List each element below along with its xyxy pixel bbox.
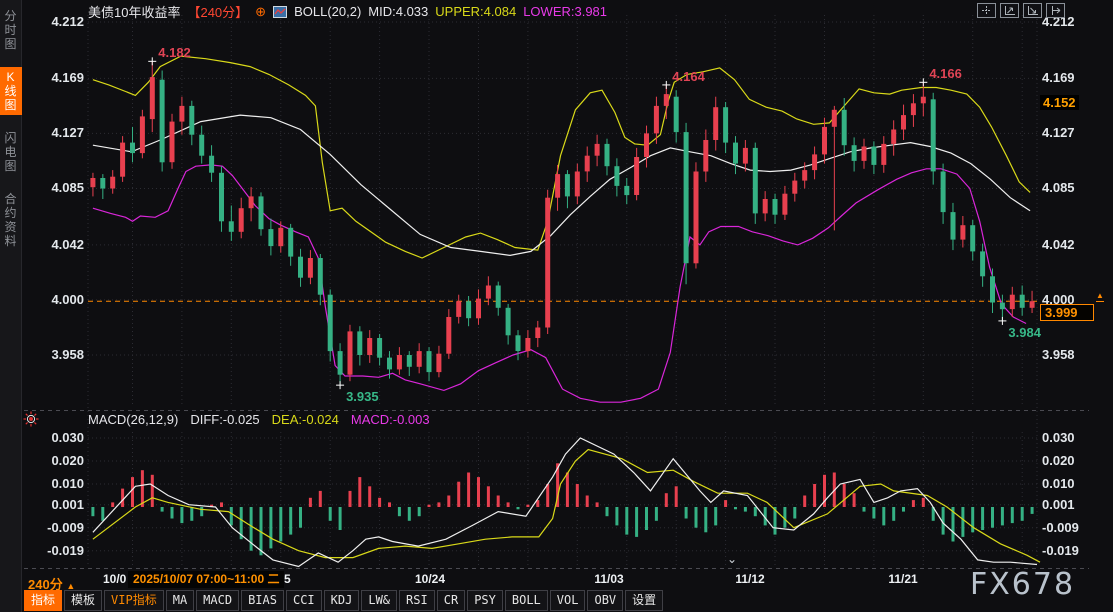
macd-axis-label: -0.019 [28,543,84,558]
crosshair-date-tooltip: 2025/10/07 07:00~11:00 二 [128,571,284,588]
toolbar-tab-vol[interactable]: VOL [550,590,586,611]
toolbar-tab-macd[interactable]: MACD [196,590,239,611]
toolbar-tab-lwr[interactable]: LW& [361,590,397,611]
fit-left-axis-icon[interactable] [1000,3,1019,18]
macd-axis-label: 0.020 [28,453,84,468]
x-axis-label-11/03: 11/03 [594,572,623,586]
macd-axis-label: -0.009 [28,520,84,535]
toolbar-tab-settings[interactable]: 设置 [625,590,663,611]
y-axis-label: 4.169 [28,70,84,85]
macd-axis-label: 0.030 [28,430,84,445]
candlestick-chart[interactable] [88,15,1037,407]
macd-macd-value: MACD:-0.003 [351,412,430,427]
x-axis-label-partial-right: 5 [284,572,291,586]
macd-header: MACD(26,12,9) DIFF:-0.025 DEA:-0.024 MAC… [88,412,430,427]
macd-name: MACD(26,12,9) [88,412,178,427]
y-axis-label: 3.958 [1042,347,1075,362]
watermark: FX678 [970,567,1075,602]
macd-dea-value: DEA:-0.024 [272,412,339,427]
y-axis-label: 4.127 [1042,125,1075,140]
toolbar-tab-obv[interactable]: OBV [587,590,623,611]
toolbar-tab-indicator[interactable]: 指标 [24,590,62,611]
x-axis-label-10/24: 10/24 [415,572,445,586]
pan-tool-icon[interactable] [977,3,996,18]
boll-upper-value: UPPER:4.084 [435,4,516,19]
macd-axis-label: 0.010 [1042,476,1075,491]
y-axis-label: 4.042 [28,237,84,252]
trading-app-window: 分时图 K线图闪电图合约资料 美债10年收益率 【240分】 ⊕ BOLL(20,… [0,0,1113,612]
macd-axis-label: -0.019 [1042,543,1079,558]
macd-diff-value: DIFF:-0.025 [190,412,259,427]
y-axis-label: 4.169 [1042,70,1075,85]
toolbar-tab-template[interactable]: 模板 [64,590,102,611]
x-axis-label-partial-left: 10/0 [103,572,126,586]
y-axis-label: 4.085 [28,180,84,195]
collapse-indicator-icon[interactable]: ⊕ [255,4,266,20]
toolbar-tab-cr[interactable]: CR [437,590,465,611]
sidebar-tab-contract-info[interactable]: 合约资料 [0,189,22,251]
chevron-down-icon: ⌄ [727,552,737,566]
period-label: 【240分】 [187,2,248,21]
chart-header: 美债10年收益率 【240分】 ⊕ BOLL(20,2) MID:4.033 U… [88,2,607,21]
toolbar-tab-ma[interactable]: MA [166,590,194,611]
sidebar-tab-flash-chart[interactable]: 闪电图 [0,128,22,176]
price-arrow-icon: ▲ [1096,291,1104,302]
chart-type-sidebar: 分时图 K线图闪电图合约资料 [0,0,22,612]
toolbar-tab-psy[interactable]: PSY [467,590,503,611]
toolbar-tab-kdj[interactable]: KDJ [324,590,360,611]
macd-panel[interactable] [88,432,1037,566]
sidebar-tab-timeshare-chart[interactable]: 分时图 [0,6,22,54]
price-annotation-4.166: 4.166 [929,66,962,81]
macd-axis-label: 0.001 [1042,497,1075,512]
y-axis-label: 4.000 [28,292,84,307]
macd-axis-label: 0.030 [1042,430,1075,445]
price-annotation-3.935: 3.935 [346,389,379,404]
indicator-toolbar: 指标模板VIP指标MAMACDBIASCCIKDJLW&RSICRPSYBOLL… [24,590,663,612]
chart-controls [977,3,1065,18]
macd-axis-label: 0.010 [28,476,84,491]
y-axis-label: 3.958 [28,347,84,362]
toolbar-tab-boll[interactable]: BOLL [505,590,548,611]
toolbar-tab-rsi[interactable]: RSI [399,590,435,611]
y-axis-label: 4.212 [28,14,84,29]
x-axis-label-11/12: 11/12 [735,572,764,586]
fit-right-axis-icon[interactable] [1023,3,1042,18]
go-to-latest-icon[interactable] [1046,3,1065,18]
price-annotation-4.182: 4.182 [158,45,191,60]
y-axis-label: 4.085 [1042,180,1075,195]
session-price-tag: 4.152 [1040,95,1079,110]
last-price-tag: 3.999 [1040,304,1094,321]
boll-lower-value: LOWER:3.981 [523,4,607,19]
y-axis-label: 4.127 [28,125,84,140]
price-annotation-3.984: 3.984 [1008,325,1041,340]
live-flash-icon [23,411,39,427]
boll-label: BOLL(20,2) [294,4,361,19]
toolbar-tab-vip-indicator[interactable]: VIP指标 [104,590,164,611]
sidebar-tab-kline-chart[interactable]: K线图 [0,67,22,115]
price-annotation-4.164: 4.164 [672,69,705,84]
symbol-title: 美债10年收益率 [88,2,180,21]
macd-axis-label: 0.001 [28,497,84,512]
macd-axis-label: -0.009 [1042,520,1079,535]
y-axis-label: 4.042 [1042,237,1075,252]
toolbar-tab-cci[interactable]: CCI [286,590,322,611]
macd-axis-label: 0.020 [1042,453,1075,468]
toolbar-tab-bias[interactable]: BIAS [241,590,284,611]
boll-mid-value: MID:4.033 [368,4,428,19]
mini-chart-icon [273,6,287,18]
x-axis-label-11/21: 11/21 [888,572,917,586]
